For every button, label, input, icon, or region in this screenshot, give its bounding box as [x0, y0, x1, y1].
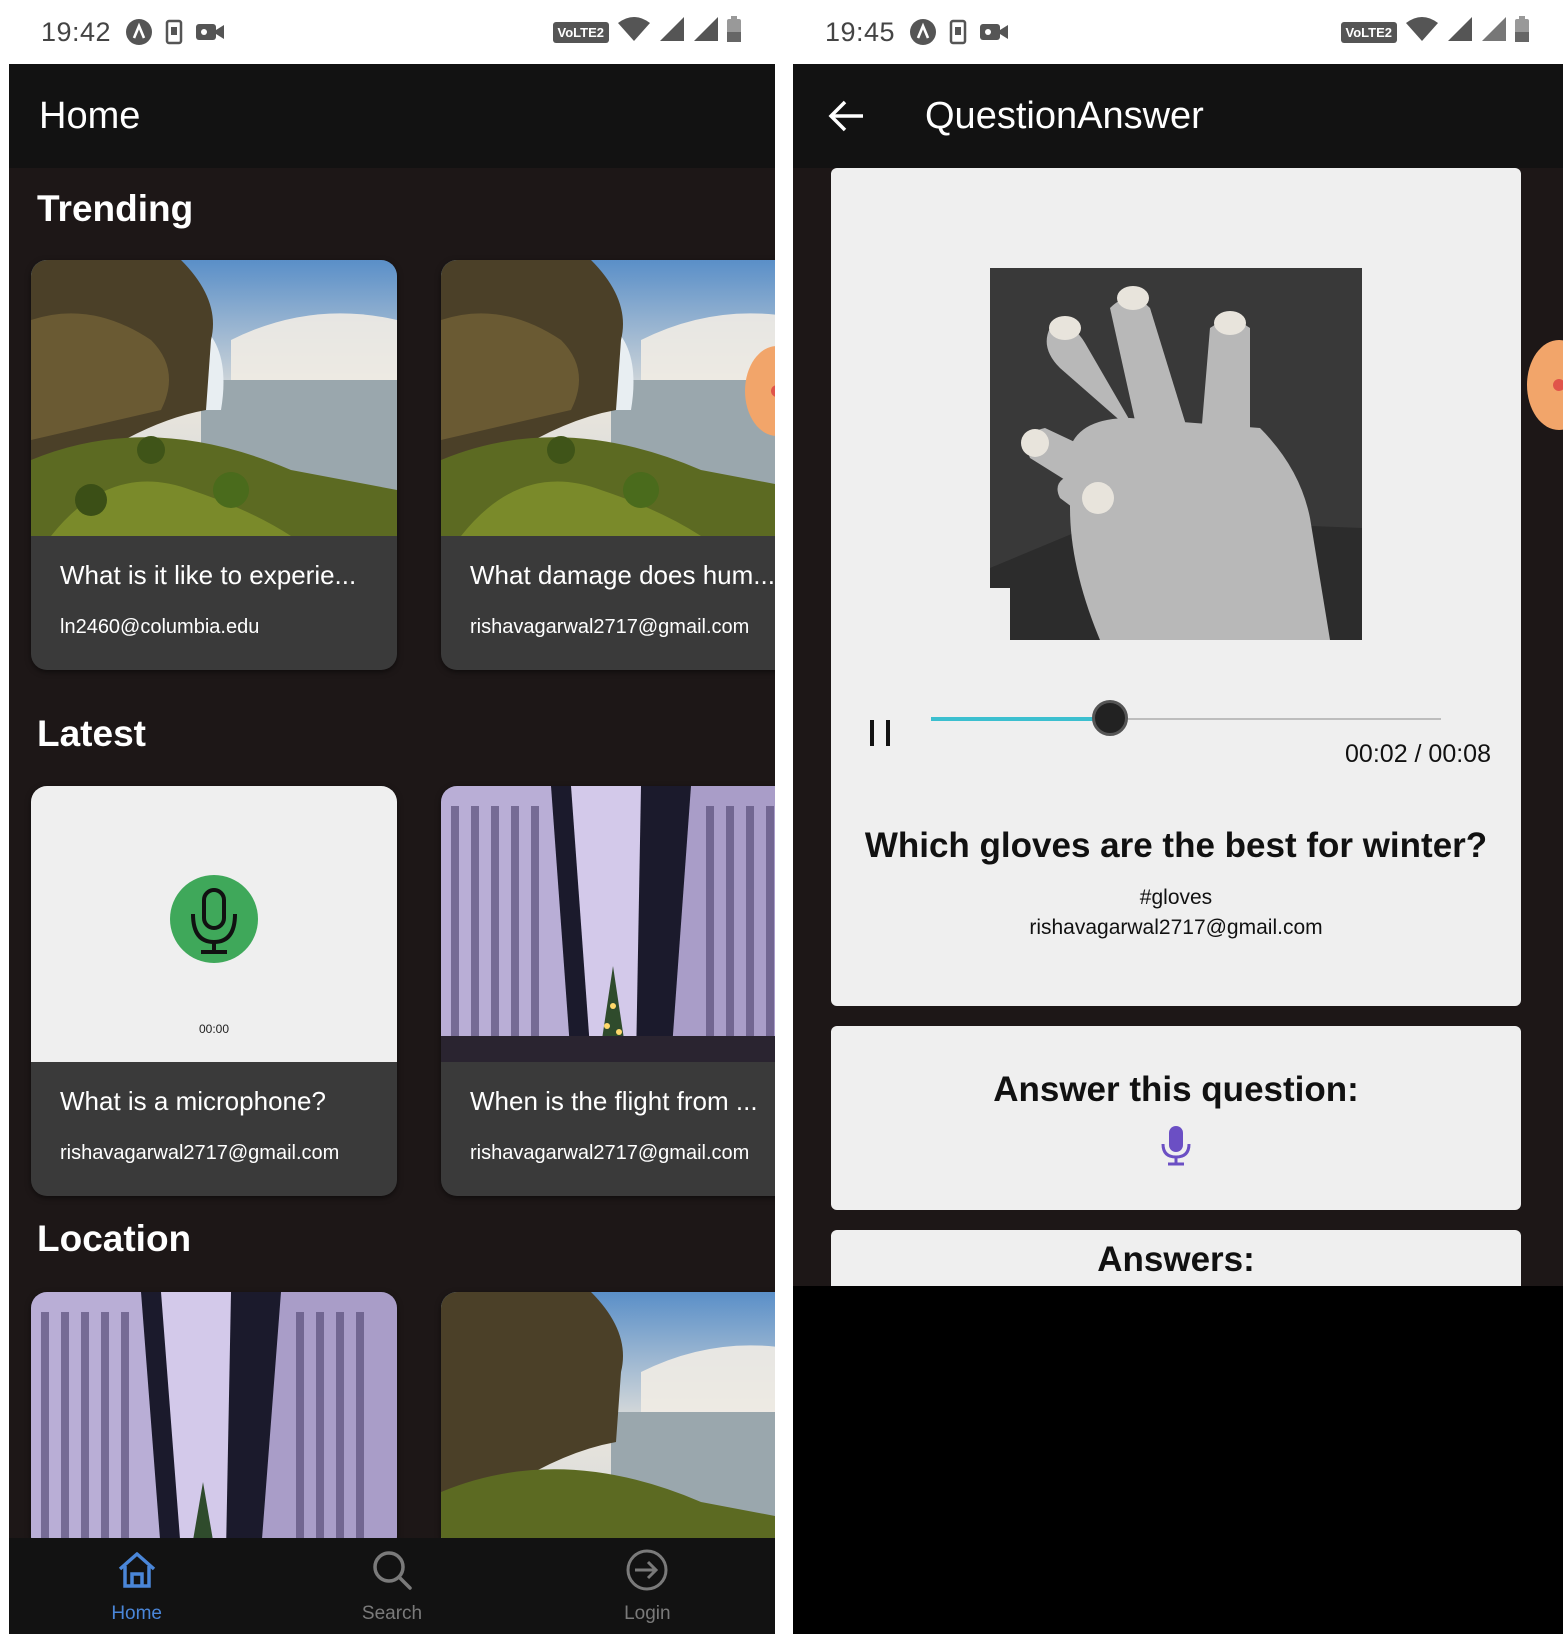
nav-home[interactable]: Home	[9, 1538, 264, 1634]
floating-bubble-button[interactable]	[1527, 340, 1563, 430]
bottom-navigation: Home Search Login	[9, 1538, 775, 1634]
section-title-latest: Latest	[37, 713, 146, 754]
wifi-icon	[1405, 16, 1439, 49]
card-title: What is a microphone?	[60, 1086, 326, 1116]
latest-card-1[interactable]: 00:00 What is a microphone? rishavagarwa…	[31, 786, 397, 1196]
phone-notification-icon	[165, 19, 183, 45]
wifi-icon	[617, 16, 651, 49]
section-title-location: Location	[37, 1218, 192, 1259]
card-title: When is the flight from ...	[470, 1086, 758, 1116]
section-title-trending: Trending	[37, 188, 194, 229]
card-email: rishavagarwal2717@gmail.com	[470, 1142, 750, 1164]
status-bar: 19:45 VoLTE2	[793, 0, 1563, 64]
card-email: rishavagarwal2717@gmail.com	[60, 1142, 340, 1164]
phone-notification-icon	[949, 19, 967, 45]
video-notification-icon	[979, 21, 1009, 43]
home-screen: 19:42 VoLTE2 Home Trending What is it li…	[9, 0, 775, 1634]
status-bar: 19:42 VoLTE2	[9, 0, 775, 64]
status-time: 19:42	[41, 16, 112, 47]
page-title: Home	[39, 94, 141, 137]
back-arrow-icon[interactable]	[827, 98, 867, 134]
trending-card-2[interactable]: What damage does hum... rishavagarwal271…	[441, 260, 775, 670]
home-icon	[115, 1548, 159, 1597]
answer-card: Answer this question:	[831, 1026, 1521, 1210]
question-card: 00:02 / 00:08 Which gloves are the best …	[831, 168, 1521, 1006]
signal-icon	[1447, 16, 1473, 49]
city-image	[31, 1292, 397, 1538]
card-email: rishavagarwal2717@gmail.com	[470, 616, 750, 638]
waterfall-image	[441, 260, 775, 536]
nav-search[interactable]: Search	[264, 1538, 519, 1634]
location-card-1[interactable]	[31, 1292, 397, 1538]
question-author-email: rishavagarwal2717@gmail.com	[1029, 916, 1323, 939]
battery-icon	[727, 15, 741, 49]
answer-prompt: Answer this question:	[993, 1070, 1359, 1109]
app-notification-icon	[909, 18, 937, 46]
slider-progress	[931, 717, 1110, 721]
nav-search-label: Search	[361, 1603, 423, 1624]
audio-time-display: 00:02 / 00:08	[1345, 740, 1491, 768]
answers-heading: Answers:	[1097, 1240, 1255, 1279]
app-notification-icon	[125, 18, 153, 46]
audio-duration: 00:00	[198, 1022, 230, 1036]
card-email: ln2460@columbia.edu	[60, 616, 260, 638]
signal-icon-2	[693, 16, 719, 49]
waterfall-image	[31, 260, 397, 536]
page-title: QuestionAnswer	[925, 94, 1204, 137]
status-right-icons: VoLTE2	[1340, 0, 1529, 64]
video-notification-icon	[195, 21, 225, 43]
gloves-image	[990, 268, 1362, 640]
location-card-2[interactable]	[441, 1292, 775, 1538]
nav-login-label: Login	[624, 1603, 671, 1624]
app-bar: Home	[9, 64, 775, 168]
city-image	[441, 786, 775, 1062]
search-icon	[370, 1548, 414, 1597]
battery-icon	[1515, 15, 1529, 49]
question-text: Which gloves are the best for winter?	[864, 826, 1488, 865]
home-content[interactable]: Trending What is it like to experie... l	[9, 168, 775, 1538]
question-answer-screen: 19:45 VoLTE2 QuestionAnswer 00:02 / 00:0…	[793, 0, 1563, 1634]
audio-progress-slider[interactable]	[931, 700, 1441, 736]
card-title: What damage does hum...	[470, 560, 775, 590]
pause-icon[interactable]	[867, 718, 895, 748]
status-right-icons: VoLTE2	[552, 0, 741, 64]
login-icon	[625, 1548, 669, 1597]
answers-card: Answers:	[831, 1230, 1521, 1290]
volte-badge: VoLTE2	[1340, 21, 1397, 43]
volte-badge: VoLTE2	[552, 21, 609, 43]
nav-home-label: Home	[111, 1603, 162, 1624]
status-time: 19:45	[825, 16, 896, 47]
audio-preview: 00:00	[31, 786, 397, 1062]
slider-thumb[interactable]	[1091, 700, 1128, 736]
waterfall-image	[441, 1292, 775, 1538]
question-tag: #gloves	[1139, 886, 1213, 909]
signal-icon-2	[1481, 16, 1507, 49]
card-title: What is it like to experie...	[60, 560, 357, 590]
record-mic-icon[interactable]	[1159, 1124, 1193, 1166]
empty-area	[793, 1286, 1563, 1634]
signal-icon	[659, 16, 685, 49]
nav-login[interactable]: Login	[520, 1538, 775, 1634]
question-content[interactable]: 00:02 / 00:08 Which gloves are the best …	[793, 168, 1563, 1290]
trending-card-1[interactable]: What is it like to experie... ln2460@col…	[31, 260, 397, 670]
latest-card-2[interactable]: When is the flight from ... rishavagarwa…	[441, 786, 775, 1196]
app-bar: QuestionAnswer	[793, 64, 1563, 168]
